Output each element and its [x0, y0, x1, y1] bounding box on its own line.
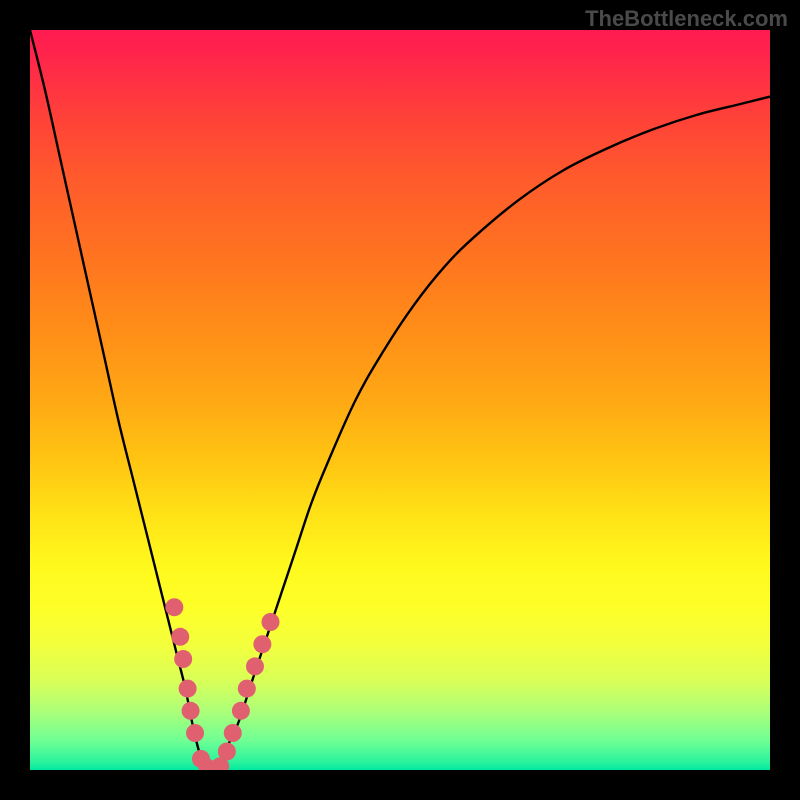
bottleneck-curve-svg	[30, 30, 770, 770]
curve-marker	[224, 724, 242, 742]
watermark-text: TheBottleneck.com	[585, 6, 788, 32]
curve-marker	[182, 702, 200, 720]
curve-marker	[186, 724, 204, 742]
curve-marker	[179, 680, 197, 698]
curve-marker	[232, 702, 250, 720]
curve-marker	[174, 650, 192, 668]
curve-marker	[238, 680, 256, 698]
chart-plot-area	[30, 30, 770, 770]
curve-marker	[253, 635, 271, 653]
curve-marker	[262, 613, 280, 631]
bottleneck-curve-line	[30, 30, 770, 770]
curve-marker	[165, 598, 183, 616]
curve-marker	[171, 628, 189, 646]
curve-markers	[165, 598, 279, 770]
curve-marker	[246, 657, 264, 675]
curve-marker	[218, 743, 236, 761]
